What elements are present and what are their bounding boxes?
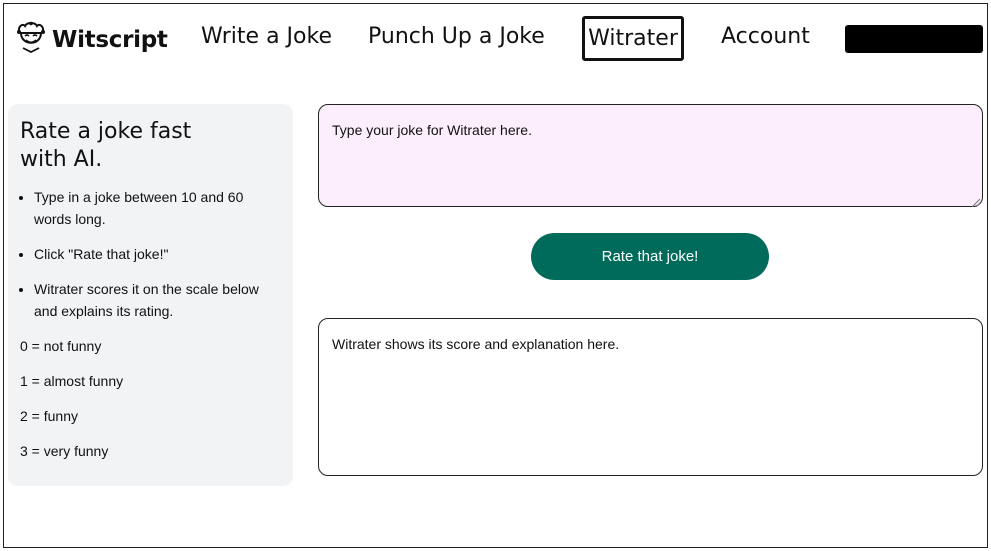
info-sidebar: Rate a joke fast with AI. Type in a joke…: [8, 104, 293, 486]
resize-grip-icon[interactable]: [970, 194, 981, 208]
sidebar-title: Rate a joke fast with AI.: [20, 119, 192, 172]
step-item: Click "Rate that joke!": [34, 243, 281, 265]
redacted-block: [845, 25, 983, 53]
scale-item: 3 = very funny: [20, 443, 109, 459]
app-frame: Witscript Write a Joke Punch Up a Joke W…: [3, 3, 988, 548]
joke-input[interactable]: [318, 104, 983, 207]
rate-that-joke-button[interactable]: Rate that joke!: [531, 233, 769, 280]
logo-text: Witscript: [52, 26, 168, 53]
jester-face-icon: [14, 20, 48, 59]
header: Witscript Write a Joke Punch Up a Joke W…: [4, 4, 987, 76]
nav-witrater[interactable]: Witrater: [582, 16, 684, 61]
rating-output: Witrater shows its score and explanation…: [318, 318, 983, 476]
steps-list: Type in a joke between 10 and 60 words l…: [20, 186, 281, 322]
nav-punch-up-a-joke[interactable]: Punch Up a Joke: [368, 22, 545, 52]
logo[interactable]: Witscript: [14, 20, 168, 59]
step-item: Type in a joke between 10 and 60 words l…: [34, 186, 281, 230]
nav-account[interactable]: Account: [721, 22, 810, 52]
nav-write-a-joke[interactable]: Write a Joke: [201, 22, 332, 52]
scale-item: 0 = not funny: [20, 338, 102, 354]
step-item: Witrater scores it on the scale below an…: [34, 278, 281, 322]
scale-item: 1 = almost funny: [20, 373, 124, 389]
scale-item: 2 = funny: [20, 408, 78, 424]
output-placeholder: Witrater shows its score and explanation…: [332, 336, 620, 352]
